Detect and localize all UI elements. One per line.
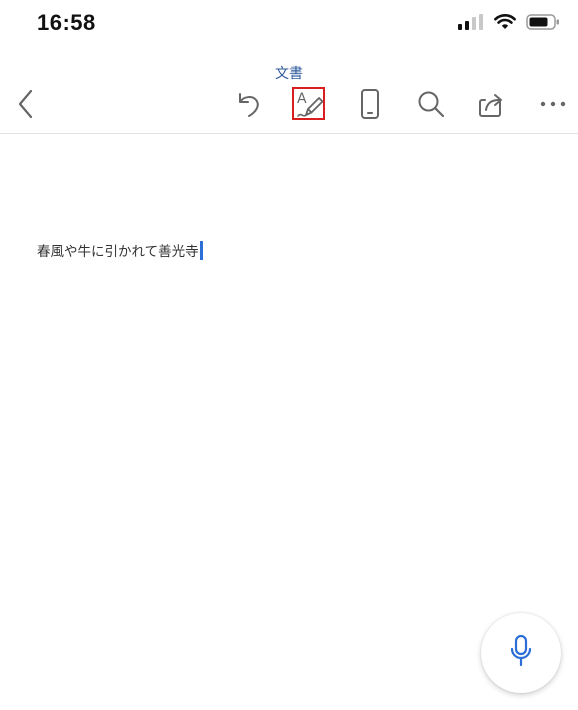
toolbar: A (0, 84, 578, 128)
mobile-view-button[interactable] (350, 84, 390, 124)
cellular-signal-icon (458, 14, 484, 30)
undo-icon (232, 88, 264, 120)
draw-pen-icon: A (294, 88, 326, 120)
document-text[interactable]: 春風や牛に引かれて善光寺 (37, 240, 199, 260)
status-time: 16:58 (37, 10, 96, 35)
svg-text:A: A (297, 91, 307, 107)
dictate-button[interactable] (481, 613, 561, 693)
toolbar-divider (0, 133, 578, 134)
status-bar: 16:58 (0, 0, 578, 52)
phone-icon (359, 88, 381, 120)
ellipsis-icon (539, 100, 567, 108)
chevron-left-icon (16, 88, 36, 120)
document-title: 文書 (275, 66, 303, 82)
undo-button[interactable] (228, 84, 268, 124)
wifi-icon (494, 14, 516, 30)
text-cursor (199, 240, 203, 260)
search-icon (415, 88, 447, 120)
draw-button[interactable]: A (290, 84, 330, 124)
battery-icon (526, 14, 560, 30)
search-button[interactable] (411, 84, 451, 124)
share-button[interactable] (472, 84, 512, 124)
document-body[interactable]: 春風や牛に引かれて善光寺 (37, 240, 203, 260)
share-icon (476, 88, 508, 120)
status-icons (458, 14, 560, 30)
microphone-icon (509, 634, 533, 672)
more-button[interactable] (533, 84, 573, 124)
back-button[interactable] (6, 84, 46, 124)
